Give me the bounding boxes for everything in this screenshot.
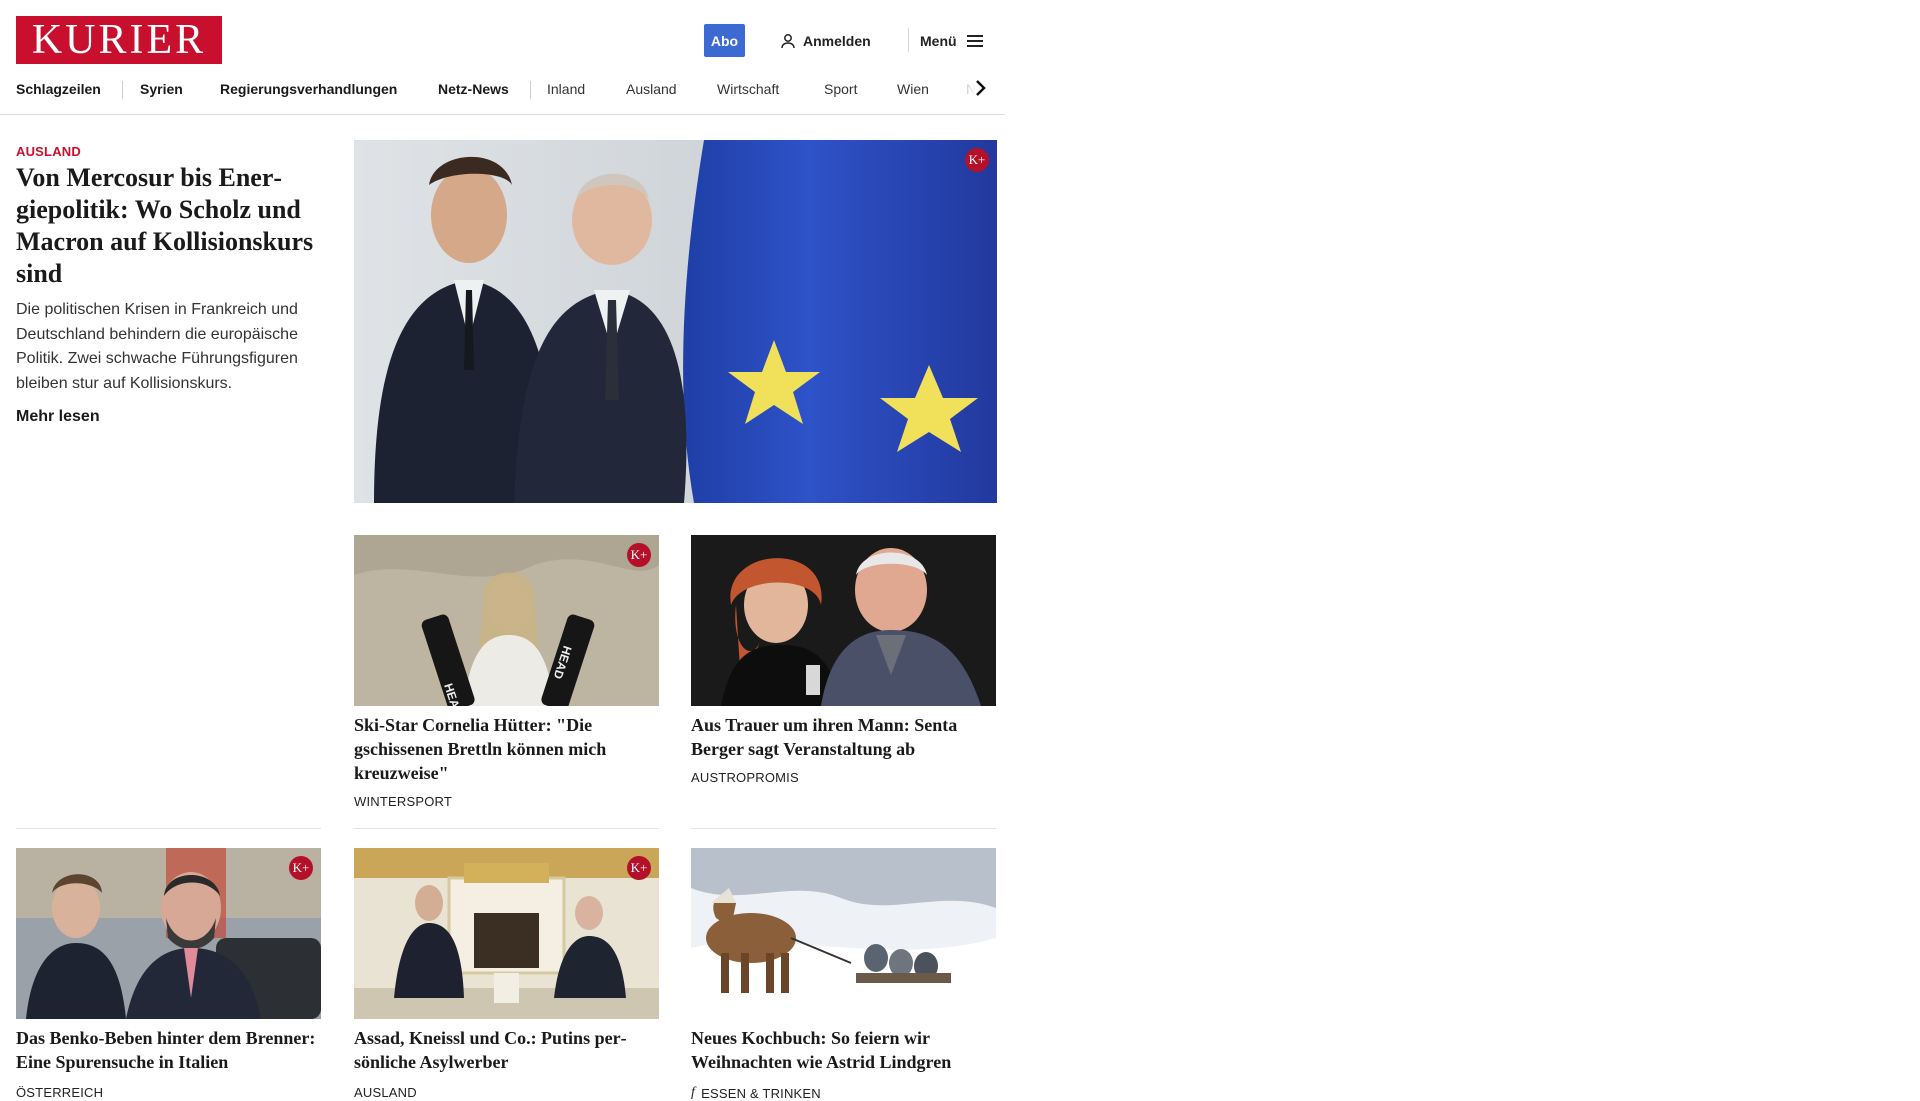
card-image[interactable]: K+ bbox=[16, 848, 321, 1019]
lead-teaser: Die politischen Krisen in Frankreich und… bbox=[16, 301, 298, 392]
nav-item-inland[interactable]: Inland bbox=[547, 70, 585, 108]
nav-item-wirtschaft[interactable]: Wirtschaft bbox=[717, 70, 779, 108]
kplus-badge: K+ bbox=[627, 856, 651, 880]
read-more-link[interactable]: Mehr lesen bbox=[16, 408, 100, 426]
lead-photo-illustration bbox=[354, 140, 997, 503]
nav-item-netz-news[interactable]: Netz-News bbox=[438, 70, 509, 108]
lead-kicker[interactable]: AUSLAND bbox=[16, 144, 81, 159]
card-image[interactable] bbox=[691, 535, 996, 706]
chevron-right-icon[interactable] bbox=[968, 76, 992, 100]
login-button[interactable]: Anmelden bbox=[780, 24, 871, 57]
card-kicker[interactable]: AUSTROPROMIS bbox=[691, 770, 799, 785]
page: KURIER Abo Anmelden Menü Schlagzeilen Sy… bbox=[0, 0, 1005, 1101]
assad-putin-photo-illustration bbox=[354, 848, 659, 1019]
lead-image[interactable]: K+ bbox=[354, 140, 997, 503]
nav-item-wien[interactable]: Wien bbox=[897, 70, 929, 108]
card-headline[interactable]: Neues Kochbuch: So feiern wir Weihnachte… bbox=[691, 1026, 996, 1074]
header-divider bbox=[908, 28, 909, 52]
horse-sleigh-photo-illustration bbox=[691, 848, 996, 1019]
kplus-badge: K+ bbox=[627, 543, 651, 567]
card-kicker[interactable]: WINTERSPORT bbox=[354, 794, 452, 809]
lead-headline[interactable]: Von Mercosur bis Ener­giepolitik: Wo Sch… bbox=[16, 162, 321, 290]
row-divider bbox=[354, 828, 659, 829]
benko-photo-illustration bbox=[16, 848, 321, 1019]
berger-photo-illustration bbox=[691, 535, 996, 706]
user-icon bbox=[781, 33, 795, 48]
card-kicker[interactable]: ÖSTERREICH bbox=[16, 1085, 103, 1100]
nav-item-ausland[interactable]: Ausland bbox=[626, 70, 677, 108]
abo-button[interactable]: Abo bbox=[704, 24, 745, 57]
card-headline[interactable]: Aus Trauer um ihren Mann: Senta Berger s… bbox=[691, 713, 996, 761]
login-label: Anmelden bbox=[803, 32, 871, 49]
nav-item-schlagzeilen[interactable]: Schlagzeilen bbox=[16, 70, 101, 108]
card-kicker[interactable]: f ESSEN & TRINKEN bbox=[691, 1085, 821, 1101]
hamburger-menu-icon bbox=[966, 34, 983, 47]
section-nav: Schlagzeilen Syrien Regierungsverhandlun… bbox=[0, 70, 1005, 115]
nav-item-sport[interactable]: Sport bbox=[824, 70, 857, 108]
row-divider bbox=[16, 828, 321, 829]
card-image[interactable]: HEAD HEAD K+ bbox=[354, 535, 659, 706]
card-image[interactable]: K+ bbox=[354, 848, 659, 1019]
card-headline[interactable]: Das Benko-Beben hinter dem Bren­ner: Ein… bbox=[16, 1026, 321, 1074]
menu-label: Menü bbox=[920, 32, 957, 49]
essen-trinken-icon: f bbox=[691, 1085, 696, 1100]
kplus-badge: K+ bbox=[289, 856, 313, 880]
card-kicker[interactable]: AUSLAND bbox=[354, 1085, 417, 1100]
kurier-logo[interactable]: KURIER bbox=[16, 16, 222, 64]
ski-photo-illustration: HEAD HEAD bbox=[354, 535, 659, 706]
nav-divider bbox=[530, 81, 531, 99]
card-image[interactable] bbox=[691, 848, 996, 1019]
card-headline[interactable]: Ski-Star Cornelia Hütter: "Die gschissen… bbox=[354, 713, 659, 785]
card-kicker-label: ESSEN & TRINKEN bbox=[701, 1085, 821, 1101]
nav-divider bbox=[122, 81, 123, 99]
nav-item-regierungsverhandlungen[interactable]: Regierungsverhandlungen bbox=[220, 70, 397, 108]
nav-item-syrien[interactable]: Syrien bbox=[140, 70, 183, 108]
kplus-badge: K+ bbox=[965, 148, 989, 172]
row-divider bbox=[691, 828, 996, 829]
menu-button[interactable]: Menü bbox=[920, 24, 983, 57]
card-headline[interactable]: Assad, Kneissl und Co.: Putins per­sönli… bbox=[354, 1026, 659, 1074]
